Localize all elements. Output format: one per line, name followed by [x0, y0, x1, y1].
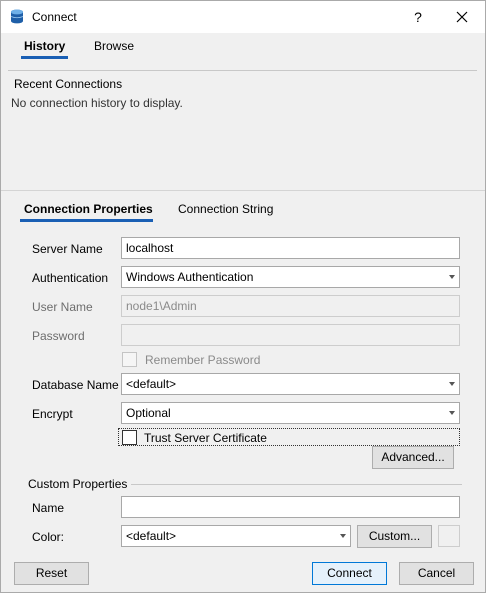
database-icon	[10, 9, 24, 24]
empty-history-text: No connection history to display.	[11, 96, 183, 110]
color-value: <default>	[126, 529, 177, 543]
trust-server-certificate-checkbox[interactable]	[122, 430, 137, 445]
color-select[interactable]: <default>	[121, 525, 351, 547]
server-name-label: Server Name	[32, 242, 103, 256]
help-button[interactable]: ?	[405, 5, 431, 29]
custom-color-button[interactable]: Custom...	[357, 525, 432, 548]
recent-connections-heading: Recent Connections	[14, 77, 123, 91]
tab-connection-properties[interactable]: Connection Properties	[24, 202, 153, 216]
user-name-input[interactable]: node1\Admin	[121, 295, 460, 317]
cancel-button[interactable]: Cancel	[399, 562, 474, 585]
encrypt-label: Encrypt	[32, 407, 73, 421]
reset-button[interactable]: Reset	[14, 562, 89, 585]
title-bar: Connect ?	[1, 1, 485, 33]
remember-password-label: Remember Password	[145, 353, 261, 367]
password-input[interactable]	[121, 324, 460, 346]
connect-dialog: Connect ? History Browse Recent Connecti…	[0, 0, 486, 593]
color-swatch	[438, 525, 460, 547]
tab-history[interactable]: History	[24, 39, 65, 53]
chevron-down-icon	[449, 275, 455, 279]
chevron-down-icon	[449, 382, 455, 386]
connect-button[interactable]: Connect	[312, 562, 387, 585]
close-icon	[456, 11, 468, 23]
server-name-input[interactable]: localhost	[121, 237, 460, 259]
footer: Reset Connect Cancel	[1, 552, 485, 592]
database-name-label: Database Name	[32, 378, 119, 392]
remember-password-checkbox[interactable]	[122, 352, 137, 367]
user-name-label: User Name	[32, 300, 93, 314]
color-label: Color:	[32, 530, 65, 544]
encrypt-value: Optional	[126, 406, 171, 420]
divider	[8, 70, 477, 71]
encrypt-select[interactable]: Optional	[121, 402, 460, 424]
password-label: Password	[32, 329, 85, 343]
authentication-value: Windows Authentication	[126, 270, 254, 284]
tab-connection-properties-underline	[20, 219, 153, 222]
chevron-down-icon	[340, 534, 346, 538]
advanced-button[interactable]: Advanced...	[372, 446, 454, 469]
name-label: Name	[32, 501, 65, 515]
tab-browse[interactable]: Browse	[94, 39, 134, 53]
database-name-value: <default>	[126, 377, 177, 391]
custom-properties-heading: Custom Properties	[28, 477, 128, 491]
authentication-label: Authentication	[32, 271, 109, 285]
tab-connection-string[interactable]: Connection String	[178, 202, 273, 216]
divider	[131, 484, 462, 485]
authentication-select[interactable]: Windows Authentication	[121, 266, 460, 288]
chevron-down-icon	[449, 411, 455, 415]
connection-properties-panel: Connection Properties Connection String …	[1, 190, 485, 552]
close-button[interactable]	[449, 5, 475, 29]
database-name-select[interactable]: <default>	[121, 373, 460, 395]
name-input[interactable]	[121, 496, 460, 518]
tab-history-underline	[21, 56, 68, 59]
trust-server-certificate-label[interactable]: Trust Server Certificate	[144, 431, 267, 445]
window-title: Connect	[32, 10, 77, 24]
history-panel: History Browse Recent Connections No con…	[1, 33, 485, 190]
